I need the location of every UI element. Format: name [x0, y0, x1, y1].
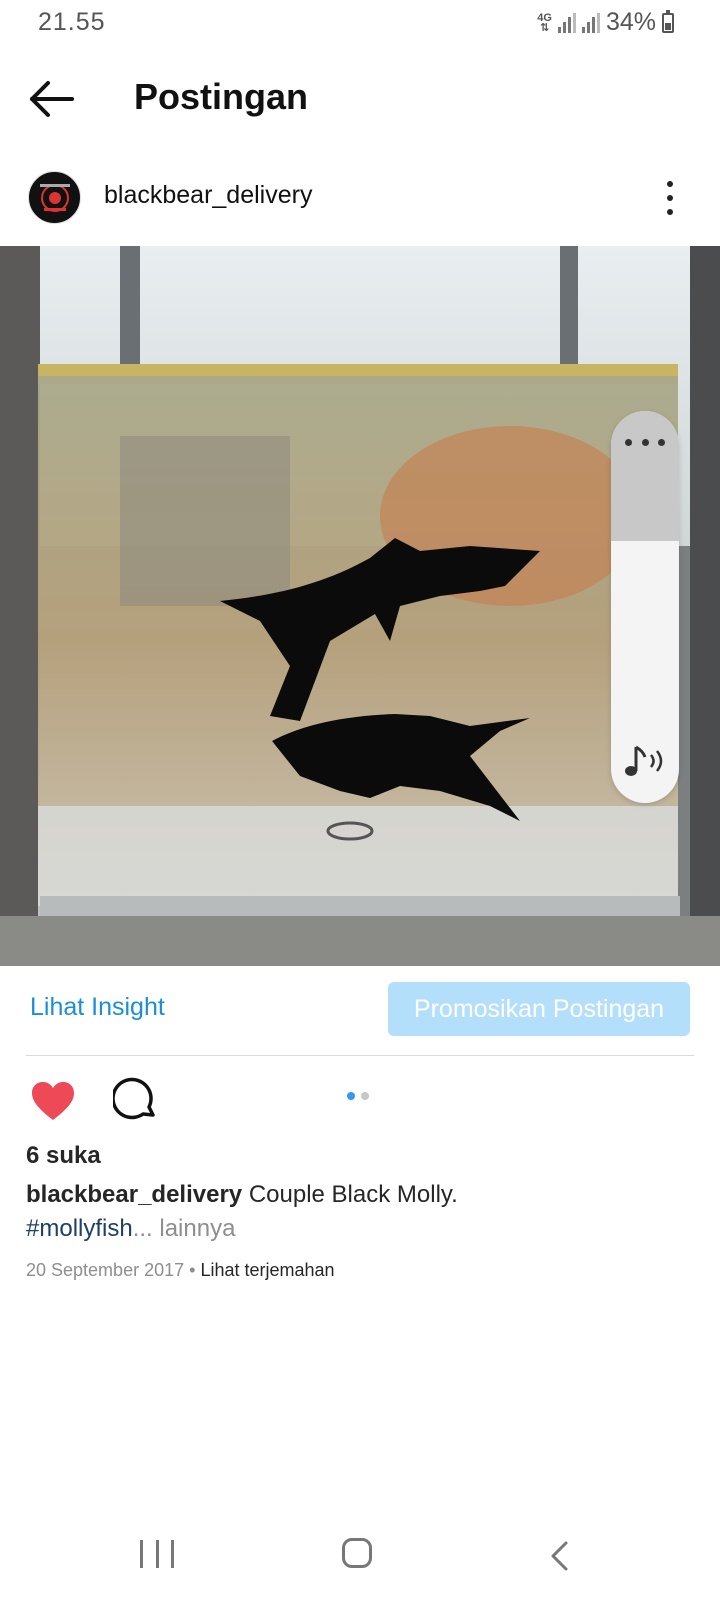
post-caption: blackbear_delivery Couple Black Molly. #…	[26, 1178, 686, 1246]
carousel-indicator	[347, 1092, 369, 1100]
music-volume-icon[interactable]	[621, 741, 669, 781]
avatar[interactable]	[28, 171, 81, 224]
promote-post-button[interactable]: Promosikan Postingan	[388, 982, 690, 1036]
home-icon[interactable]	[342, 1538, 372, 1568]
post-date: 20 September 2017	[26, 1260, 185, 1280]
nav-back-icon[interactable]	[548, 1540, 572, 1572]
battery-icon	[662, 9, 674, 33]
carousel-dot	[361, 1092, 369, 1100]
caption-more-link[interactable]: ... lainnya	[133, 1215, 236, 1242]
like-button[interactable]	[30, 1080, 76, 1122]
battery-percent: 34%	[605, 8, 656, 36]
status-icons: 4G ⇅ 34%	[537, 8, 674, 37]
back-button[interactable]	[26, 76, 78, 122]
signal-icon	[557, 12, 576, 33]
insight-link[interactable]: Lihat Insight	[30, 993, 165, 1022]
recent-apps-icon[interactable]	[140, 1540, 174, 1570]
comment-icon	[111, 1077, 155, 1120]
post-username[interactable]: blackbear_delivery	[104, 181, 312, 210]
caption-username[interactable]: blackbear_delivery	[26, 1181, 242, 1208]
volume-panel[interactable]	[611, 411, 679, 803]
page-title: Postingan	[134, 76, 309, 117]
volume-level-track[interactable]	[611, 411, 679, 541]
network-type-label: 4G	[537, 11, 552, 24]
likes-count[interactable]: 6 suka	[26, 1142, 101, 1170]
translate-link[interactable]: Lihat terjemahan	[200, 1260, 334, 1280]
arrow-left-icon	[30, 81, 74, 117]
caption-text: Couple Black Molly.	[248, 1181, 458, 1208]
hashtag-link[interactable]: #mollyfish	[26, 1215, 133, 1242]
network-type-icon: 4G ⇅	[537, 11, 552, 34]
divider	[26, 1055, 694, 1056]
post-date-line: 20 September 2017 • Lihat terjemahan	[26, 1260, 335, 1281]
brand-logo-icon	[30, 173, 79, 222]
carousel-dot-active	[347, 1092, 355, 1100]
status-time: 21.55	[38, 8, 106, 36]
date-separator: •	[184, 1260, 201, 1280]
post-more-options-button[interactable]	[662, 181, 678, 215]
horizontal-dots-icon[interactable]	[625, 435, 665, 449]
heart-filled-icon	[32, 1082, 74, 1120]
comment-button[interactable]	[111, 1077, 159, 1123]
signal-icon-2	[581, 12, 600, 33]
